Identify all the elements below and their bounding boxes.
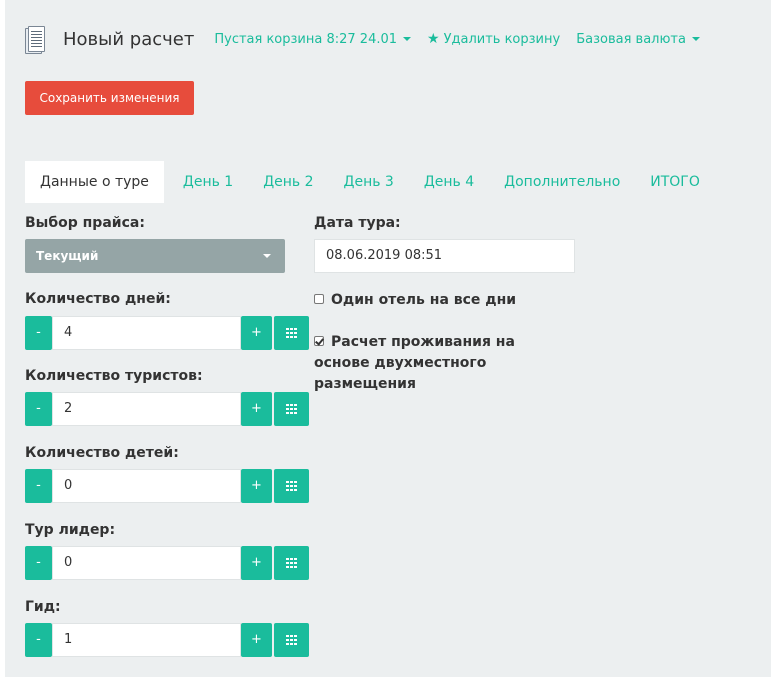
guide-stepper: - 1 + <box>25 623 309 657</box>
double-occupancy-label-3: размещения <box>314 376 416 392</box>
leader-input[interactable]: 0 <box>52 546 241 580</box>
days-minus-button[interactable]: - <box>25 316 52 350</box>
one-hotel-label: Один отель на все дни <box>331 292 517 308</box>
tab-day-2[interactable]: День 2 <box>248 161 328 203</box>
grid-icon <box>286 558 297 568</box>
children-input[interactable]: 0 <box>52 469 241 503</box>
tourists-plus-button[interactable]: + <box>241 392 272 426</box>
chevron-down-icon <box>403 37 412 41</box>
basket-dropdown-label: Пустая корзина 8:27 24.01 <box>214 31 398 47</box>
save-button[interactable]: Сохранить изменения <box>25 81 194 115</box>
tourists-grid-button[interactable] <box>274 392 309 426</box>
double-occupancy-option[interactable]: Расчет проживания на основе двухместного… <box>314 332 515 395</box>
price-label: Выбор прайса: <box>25 215 145 231</box>
leader-grid-button[interactable] <box>274 546 309 580</box>
currency-dropdown[interactable]: Базовая валюта <box>576 32 700 47</box>
leader-label: Тур лидер: <box>25 522 116 538</box>
children-grid-button[interactable] <box>274 469 309 503</box>
currency-dropdown-label: Базовая валюта <box>576 31 686 47</box>
leader-minus-button[interactable]: - <box>25 546 52 580</box>
chevron-down-icon <box>263 254 271 258</box>
guide-plus-button[interactable]: + <box>241 623 272 657</box>
children-label: Количество детей: <box>25 445 179 461</box>
tourists-minus-button[interactable]: - <box>25 392 52 426</box>
tab-day-1[interactable]: День 1 <box>168 161 248 203</box>
days-plus-button[interactable]: + <box>241 316 272 350</box>
basket-dropdown[interactable]: Пустая корзина 8:27 24.01 <box>214 31 412 47</box>
star-icon: ★ <box>427 31 440 47</box>
grid-icon <box>286 481 297 491</box>
tab-total[interactable]: ИТОГО <box>635 161 715 203</box>
date-input[interactable]: 08.06.2019 08:51 <box>314 239 575 273</box>
days-input[interactable]: 4 <box>52 316 241 350</box>
one-hotel-checkbox[interactable] <box>314 294 324 304</box>
leader-stepper: - 0 + <box>25 546 309 580</box>
one-hotel-option[interactable]: Один отель на все дни <box>314 290 516 311</box>
guide-label: Гид: <box>25 599 61 615</box>
tab-bar: Данные о туре День 1 День 2 День 3 День … <box>25 161 715 203</box>
days-stepper: - 4 + <box>25 316 309 350</box>
date-label: Дата тура: <box>314 215 401 231</box>
chevron-down-icon <box>691 37 700 41</box>
price-select[interactable]: Текущий <box>25 239 285 273</box>
leader-plus-button[interactable]: + <box>241 546 272 580</box>
guide-minus-button[interactable]: - <box>25 623 52 657</box>
page-title: Новый расчет <box>63 28 195 50</box>
children-plus-button[interactable]: + <box>241 469 272 503</box>
page-header: Новый расчет Пустая корзина 8:27 24.01 ★… <box>25 24 716 54</box>
tourists-label: Количество туристов: <box>25 368 203 384</box>
document-icon <box>25 25 47 54</box>
delete-basket-label: Удалить корзину <box>443 31 561 47</box>
tourists-input[interactable]: 2 <box>52 392 241 426</box>
guide-grid-button[interactable] <box>274 623 309 657</box>
tab-day-4[interactable]: День 4 <box>409 161 489 203</box>
grid-icon <box>286 404 297 414</box>
delete-basket-link[interactable]: ★ Удалить корзину <box>427 31 560 47</box>
children-minus-button[interactable]: - <box>25 469 52 503</box>
days-label: Количество дней: <box>25 291 171 307</box>
double-occupancy-label-2: основе двухместного <box>314 355 487 371</box>
days-grid-button[interactable] <box>274 316 309 350</box>
children-stepper: - 0 + <box>25 469 309 503</box>
tab-day-3[interactable]: День 3 <box>329 161 409 203</box>
tourists-stepper: - 2 + <box>25 392 309 426</box>
guide-input[interactable]: 1 <box>52 623 241 657</box>
left-edge <box>0 0 5 677</box>
double-occupancy-checkbox[interactable] <box>314 336 324 346</box>
grid-icon <box>286 328 297 338</box>
tab-tour-data[interactable]: Данные о туре <box>25 161 164 203</box>
double-occupancy-label-1: Расчет проживания на <box>331 334 515 350</box>
grid-icon <box>286 635 297 645</box>
tab-additional[interactable]: Дополнительно <box>489 161 635 203</box>
price-select-value: Текущий <box>36 249 99 263</box>
